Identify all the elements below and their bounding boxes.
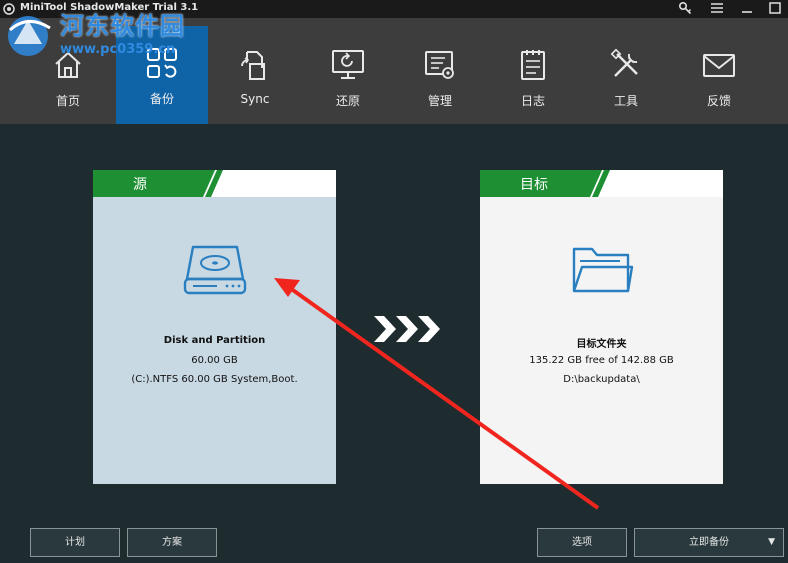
source-tab-shape: [93, 170, 223, 197]
minimize-icon[interactable]: [738, 1, 756, 17]
options-button[interactable]: 选项: [537, 528, 627, 557]
log-icon: [521, 50, 545, 80]
nav-feedback[interactable]: 反馈: [673, 28, 765, 124]
nav-restore-label: 还原: [335, 94, 360, 108]
nav-home[interactable]: 首页: [22, 28, 114, 124]
source-card[interactable]: 源 Disk and Partition 60.00 GB (C:).NTFS …: [93, 170, 336, 484]
target-tab-label: 目标: [520, 177, 548, 193]
folder-icon: [572, 247, 634, 293]
source-title: Disk and Partition: [163, 335, 266, 346]
nav-tools[interactable]: 工具: [580, 28, 672, 124]
source-size: 60.00 GB: [191, 355, 238, 366]
target-path: D:\backupdata\: [563, 374, 640, 385]
source-tab-label: 源: [133, 177, 147, 193]
maximize-icon[interactable]: [766, 1, 784, 17]
window-title: MiniTool ShadowMaker Trial 3.1: [20, 2, 199, 13]
dropdown-caret-icon[interactable]: ▼: [768, 529, 775, 556]
source-tab: 源: [93, 170, 336, 197]
nav-log-label: 日志: [520, 94, 545, 108]
nav-backup[interactable]: 备份: [116, 26, 208, 124]
nav-tools-label: 工具: [613, 94, 638, 108]
nav-sync[interactable]: Sync: [209, 28, 301, 124]
backup-page: 源 Disk and Partition 60.00 GB (C:).NTFS …: [0, 124, 788, 563]
direction-arrows-icon: [374, 316, 440, 342]
nav-feedback-label: 反馈: [706, 94, 731, 108]
sync-icon: [241, 51, 265, 80]
nav-manage-label: 管理: [427, 94, 452, 108]
menu-icon[interactable]: [708, 1, 726, 17]
target-free-space: 135.22 GB free of 142.88 GB: [529, 355, 674, 366]
disk-icon: [183, 245, 247, 295]
nav-backup-label: 备份: [149, 92, 174, 106]
backup-now-button[interactable]: 立即备份 ▼: [634, 528, 784, 557]
app-logo-icon: [3, 3, 15, 15]
nav-restore[interactable]: 还原: [302, 28, 394, 124]
scheme-button[interactable]: 方案: [127, 528, 217, 557]
source-detail: (C:).NTFS 60.00 GB System,Boot.: [131, 374, 298, 385]
nav-manage[interactable]: 管理: [394, 28, 486, 124]
backup-now-label: 立即备份: [689, 537, 729, 548]
nav-home-label: 首页: [55, 94, 80, 108]
target-card-body: 目标文件夹 135.22 GB free of 142.88 GB D:\bac…: [480, 197, 723, 484]
source-card-body: Disk and Partition 60.00 GB (C:).NTFS 60…: [93, 197, 336, 484]
top-nav: 首页 备份 Sync 还原 管理 日志 工具 反馈: [0, 18, 788, 124]
feedback-icon: [703, 54, 735, 77]
nav-log[interactable]: 日志: [487, 28, 579, 124]
title-bar: MiniTool ShadowMaker Trial 3.1: [0, 0, 788, 18]
key-icon[interactable]: [676, 1, 694, 17]
target-title: 目标文件夹: [576, 339, 627, 350]
home-icon: [55, 51, 81, 78]
target-card[interactable]: 目标 目标文件夹 135.22 GB free of 142.88 GB D:\…: [480, 170, 723, 484]
backup-icon: [147, 48, 177, 78]
restore-icon: [332, 50, 364, 79]
schedule-button[interactable]: 计划: [30, 528, 120, 557]
target-tab: 目标: [480, 170, 723, 197]
target-tab-shape: [480, 170, 610, 197]
tools-icon: [610, 48, 638, 77]
manage-icon: [425, 51, 454, 79]
nav-sync-label: Sync: [240, 92, 270, 106]
